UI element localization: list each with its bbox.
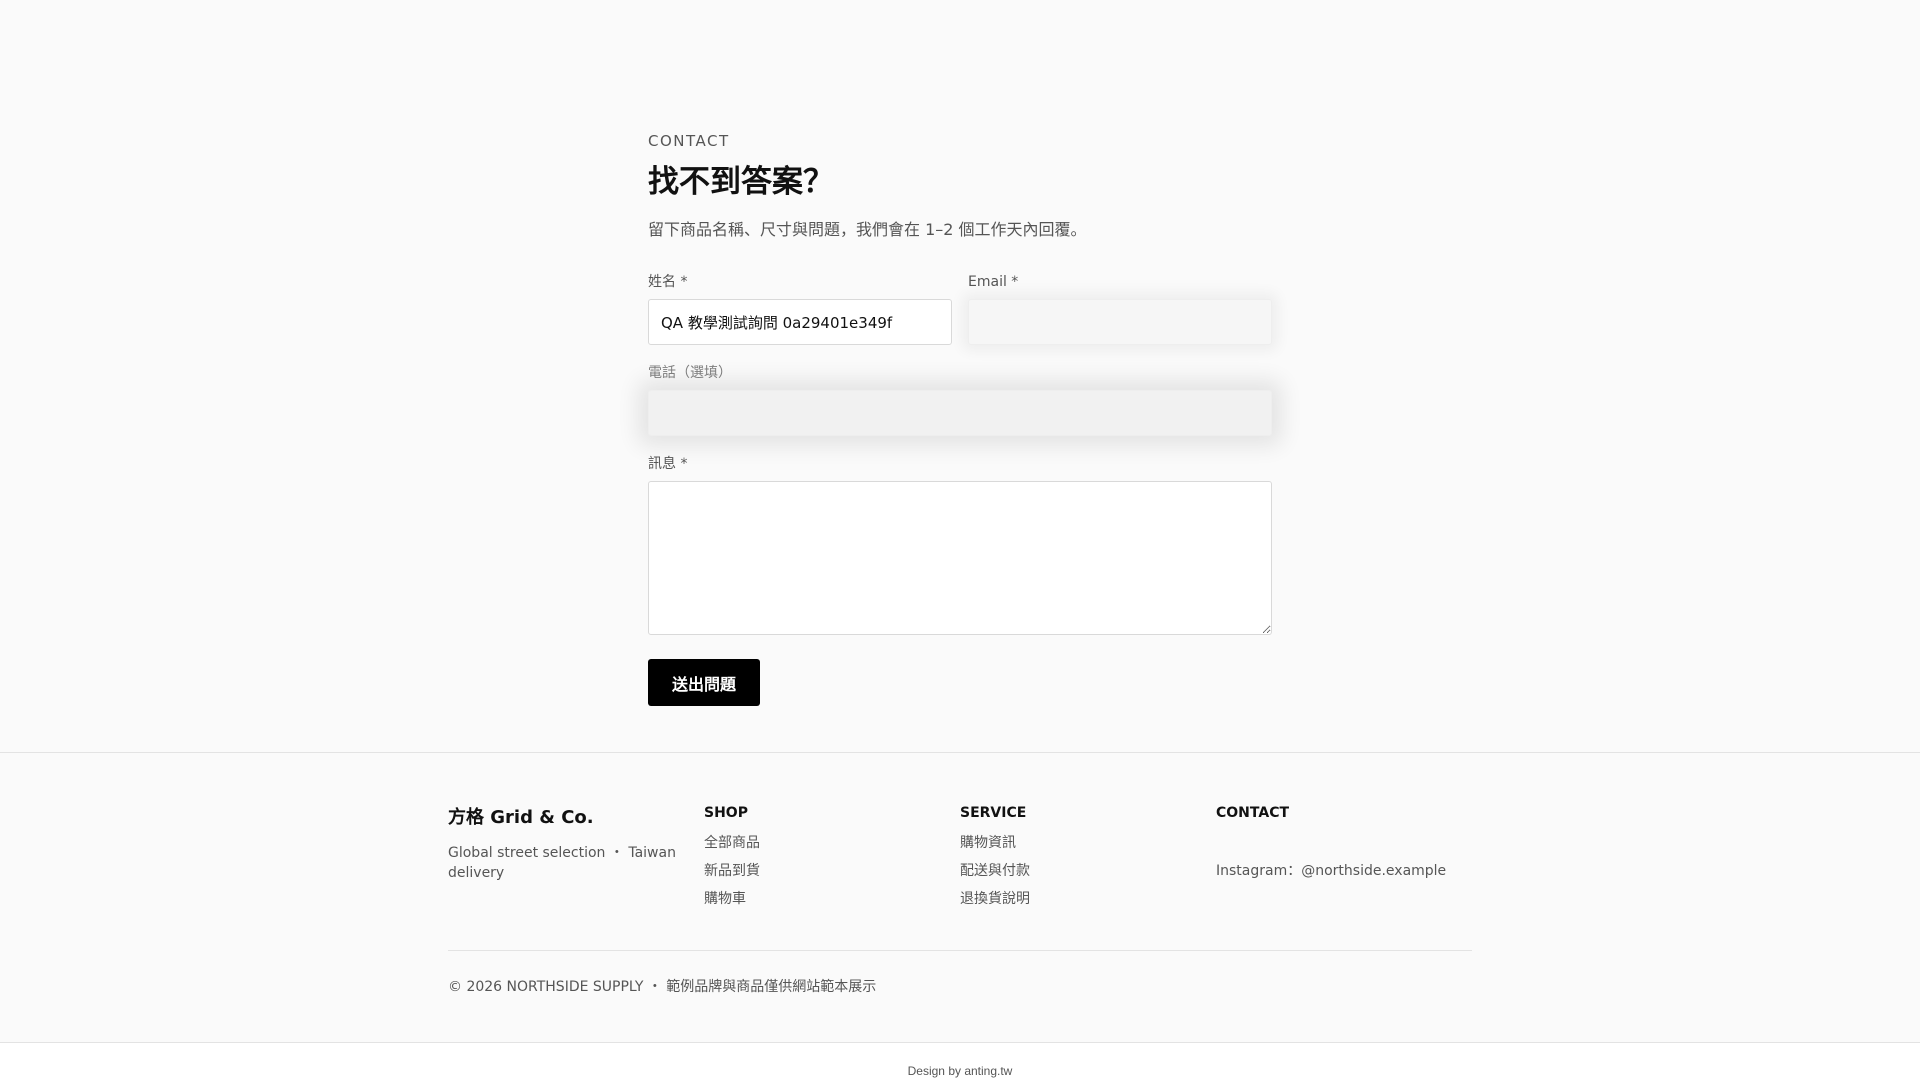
name-label: 姓名 * <box>648 274 688 290</box>
contact-form: 姓名 * Email * 電話（選填） 訊息 * 送出問題 <box>648 272 1272 706</box>
footer-link-shopping-info[interactable]: 購物資訊 <box>960 833 1216 853</box>
phone-input[interactable] <box>648 390 1272 436</box>
name-input[interactable] <box>648 299 952 345</box>
site-footer: 方格 Grid & Co. Global street selection ・ … <box>0 752 1920 1042</box>
email-input[interactable] <box>968 299 1272 345</box>
submit-button[interactable]: 送出問題 <box>648 659 761 706</box>
footer-shop-links: 全部商品 新品到貨 購物車 <box>704 833 960 909</box>
footer-shop-heading: SHOP <box>704 805 748 821</box>
email-field-group: Email * <box>968 272 1272 345</box>
credit-bar: Design by anting.tw <box>0 1042 1920 1080</box>
footer-link-shipping-payment[interactable]: 配送與付款 <box>960 861 1216 881</box>
section-eyebrow: CONTACT <box>648 132 730 150</box>
email-label: Email * <box>968 274 1019 290</box>
footer-service-column: SERVICE 購物資訊 配送與付款 退換貨說明 <box>960 803 1216 917</box>
footer-link-new-arrivals[interactable]: 新品到貨 <box>704 861 960 881</box>
phone-field-group: 電話（選填） <box>648 363 1272 436</box>
footer-columns: 方格 Grid & Co. Global street selection ・ … <box>448 803 1472 917</box>
footer-copyright: © 2026 NORTHSIDE SUPPLY ・ 範例品牌與商品僅供網站範本展… <box>448 979 877 995</box>
page-title: 找不到答案？ <box>648 164 834 200</box>
section-description: 留下商品名稱、尺寸與問題，我們會在 1–2 個工作天內回覆。 <box>648 220 1087 239</box>
footer-link-cart[interactable]: 購物車 <box>704 889 960 909</box>
footer-brand-column: 方格 Grid & Co. Global street selection ・ … <box>448 803 704 917</box>
name-email-row: 姓名 * Email * <box>648 272 1272 363</box>
footer-brand-name: 方格 Grid & Co. <box>448 807 594 828</box>
message-field-group: 訊息 * <box>648 454 1272 639</box>
contact-section: CONTACT 找不到答案？ 留下商品名稱、尺寸與問題，我們會在 1–2 個工作… <box>648 130 1272 706</box>
footer-tagline: Global street selection ・ Taiwan deliver… <box>448 845 676 881</box>
footer-divider <box>448 950 1472 951</box>
footer-contact-column: CONTACT Instagram：@northside.example <box>1216 803 1472 917</box>
footer-instagram-link[interactable]: Instagram：@northside.example <box>1216 861 1472 881</box>
footer-inner: 方格 Grid & Co. Global street selection ・ … <box>448 803 1472 997</box>
name-field-group: 姓名 * <box>648 272 952 345</box>
footer-service-links: 購物資訊 配送與付款 退換貨說明 <box>960 833 1216 909</box>
footer-link-all-products[interactable]: 全部商品 <box>704 833 960 853</box>
footer-service-heading: SERVICE <box>960 805 1027 821</box>
footer-contact-heading: CONTACT <box>1216 805 1290 821</box>
message-label: 訊息 * <box>648 456 688 472</box>
phone-label: 電話（選填） <box>648 365 732 381</box>
message-textarea[interactable] <box>648 481 1272 635</box>
design-credit-link[interactable]: Design by anting.tw <box>908 1064 1013 1078</box>
footer-shop-column: SHOP 全部商品 新品到貨 購物車 <box>704 803 960 917</box>
footer-link-returns[interactable]: 退換貨說明 <box>960 889 1216 909</box>
